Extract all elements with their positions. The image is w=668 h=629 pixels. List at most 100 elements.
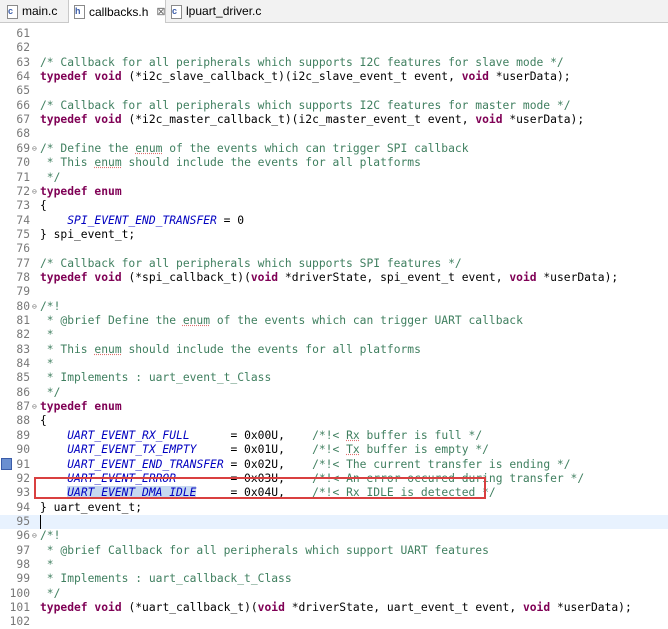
code-token: void [461, 70, 489, 84]
code-text: } spi_event_t; [40, 228, 135, 242]
line-number: 92 [16, 471, 30, 485]
fold-toggle-icon[interactable]: ⊖ [32, 142, 39, 156]
quick-diff-marker-icon [1, 458, 12, 470]
code-line[interactable]: 77 /* Callback for all peripherals which … [0, 257, 668, 271]
code-text: UART_EVENT_END_TRANSFER = 0x02U, /*!< Th… [40, 457, 571, 472]
code-line[interactable]: 97 * @brief Callback for all peripherals… [0, 544, 668, 558]
line-number: 80 [16, 299, 30, 313]
tab-callbacks-h[interactable]: h callbacks.h ⊠ [68, 0, 166, 23]
code-line[interactable]: 99 * Implements : uart_callback_t_Class [0, 572, 668, 586]
code-line[interactable]: 102 [0, 615, 668, 629]
code-line[interactable]: 73 { [0, 199, 668, 213]
code-text: typedef void (*i2c_slave_callback_t)(i2c… [40, 70, 571, 84]
code-line[interactable]: 71 */ [0, 171, 668, 185]
code-line[interactable]: 80 ⊖/*! [0, 300, 668, 314]
tab-lpuart-driver-c[interactable]: c lpuart_driver.c [166, 0, 270, 22]
close-icon[interactable]: ⊠ [156, 5, 165, 18]
code-line[interactable]: 64 typedef void (*i2c_slave_callback_t)(i… [0, 70, 668, 84]
code-line[interactable]: 94} uart_event_t; [0, 501, 668, 515]
code-line[interactable]: 90 UART_EVENT_TX_EMPTY = 0x01U, /*!< Tx … [0, 443, 668, 457]
code-line[interactable]: 82 * [0, 328, 668, 342]
line-number: 88 [16, 414, 30, 428]
code-token: enum [182, 314, 211, 327]
code-token: { [40, 414, 47, 428]
code-token: of the events which can trigger UART cal… [210, 314, 523, 327]
code-line[interactable]: 91 UART_EVENT_END_TRANSFER = 0x02U, /*!<… [0, 458, 668, 472]
code-token: Tx [346, 443, 360, 457]
code-line[interactable]: 76 [0, 242, 668, 256]
code-token: typedef [40, 70, 88, 84]
code-text: UART_EVENT_TX_EMPTY = 0x01U, /*!< Tx buf… [40, 443, 489, 457]
code-token: * @brief Callback for all peripherals wh… [40, 543, 489, 557]
code-token: /*!< [312, 428, 347, 442]
code-token: (*uart_callback_t)( [121, 601, 258, 614]
fold-toggle-icon[interactable]: ⊖ [32, 529, 39, 543]
line-number: 89 [16, 428, 30, 442]
code-text: { [40, 414, 47, 428]
code-token: enum [135, 141, 163, 155]
line-number: 62 [16, 41, 30, 55]
code-line[interactable]: 79 [0, 285, 668, 299]
code-text: typedef enum [40, 400, 122, 414]
code-token: UART_EVENT_END_TRANSFER [67, 457, 224, 471]
code-token: Rx [346, 428, 360, 442]
line-number: 97 [16, 543, 30, 557]
code-line[interactable]: 74 SPI_EVENT_END_TRANSFER = 0 [0, 214, 668, 228]
code-line[interactable]: 101 typedef void (*uart_callback_t)(void … [0, 601, 668, 615]
code-text: * Implements : uart_callback_t_Class [40, 572, 292, 586]
code-line[interactable]: 66 /* Callback for all peripherals which … [0, 99, 668, 113]
line-number: 79 [16, 285, 30, 299]
code-token: buffer is full */ [359, 428, 483, 442]
code-line[interactable]: 68 [0, 127, 668, 141]
line-number: 90 [16, 443, 30, 457]
line-number: 65 [16, 84, 30, 98]
code-line[interactable]: 65 [0, 84, 668, 98]
code-line[interactable]: 87 ⊖ typedef enum [0, 400, 668, 414]
code-line[interactable]: 81 * @brief Define the enum of the event… [0, 314, 668, 328]
code-line[interactable]: 98 * [0, 558, 668, 572]
code-line[interactable]: 85 * Implements : uart_event_t_Class [0, 371, 668, 385]
code-line[interactable]: 84 * [0, 357, 668, 371]
line-number: 76 [16, 242, 30, 256]
code-token: typedef [40, 601, 88, 614]
code-line[interactable]: 96 ⊖/*! [0, 529, 668, 543]
code-line[interactable]: 88 { [0, 414, 668, 428]
code-line[interactable]: 67 typedef void (*i2c_master_callback_t)(… [0, 113, 668, 127]
line-number: 75 [16, 227, 30, 241]
code-token: *userData); [488, 70, 571, 84]
code-token: */ [40, 586, 61, 600]
code-line[interactable]: 75 } spi_event_t; [0, 228, 668, 242]
line-number: 68 [16, 127, 30, 141]
code-line[interactable]: 89 UART_EVENT_RX_FULL = 0x00U, /*!< Rx b… [0, 429, 668, 443]
code-text: typedef void (*uart_callback_t)(void *dr… [40, 601, 632, 615]
code-line[interactable]: 83 * This enum should include the events… [0, 343, 668, 357]
code-token: *userData); [502, 113, 585, 127]
editor-tab-bar: c main.c h callbacks.h ⊠ c lpuart_driver… [0, 0, 668, 23]
code-line[interactable]: 72 ⊖ typedef enum [0, 185, 668, 199]
code-line[interactable]: 61 [0, 27, 668, 41]
tab-main-c[interactable]: c main.c [2, 0, 70, 22]
code-token: /*!< The current transfer is ending */ [312, 457, 571, 471]
code-line[interactable]: 78 typedef void (*spi_callback_t)(void *d… [0, 271, 668, 285]
c-file-icon: c [6, 4, 18, 19]
code-line[interactable]: 86 */ [0, 386, 668, 400]
line-number: 82 [16, 328, 30, 342]
code-text: typedef enum [40, 185, 122, 199]
line-number: 63 [16, 55, 30, 69]
fold-toggle-icon[interactable]: ⊖ [32, 400, 39, 414]
code-line[interactable]: 63 /* Callback for all peripherals which … [0, 56, 668, 70]
fold-toggle-icon[interactable]: ⊖ [32, 185, 39, 199]
code-text: /*! [40, 300, 60, 314]
code-line[interactable]: 70 * This enum should include the events… [0, 156, 668, 170]
code-line[interactable]: 95 [0, 514, 668, 529]
code-editor[interactable]: 61 62 63 /* Callback for all peripherals wh… [0, 23, 668, 628]
code-line[interactable]: 69 ⊖/* Define the enum of the events whic… [0, 142, 668, 156]
code-token: /*! [40, 299, 61, 313]
line-number: 77 [16, 256, 30, 270]
code-line[interactable]: 100 */ [0, 587, 668, 601]
code-text: typedef void (*spi_callback_t)(void *dri… [40, 271, 618, 285]
line-number: 69 [16, 141, 30, 155]
fold-toggle-icon[interactable]: ⊖ [32, 300, 39, 314]
code-line[interactable]: 62 [0, 41, 668, 55]
